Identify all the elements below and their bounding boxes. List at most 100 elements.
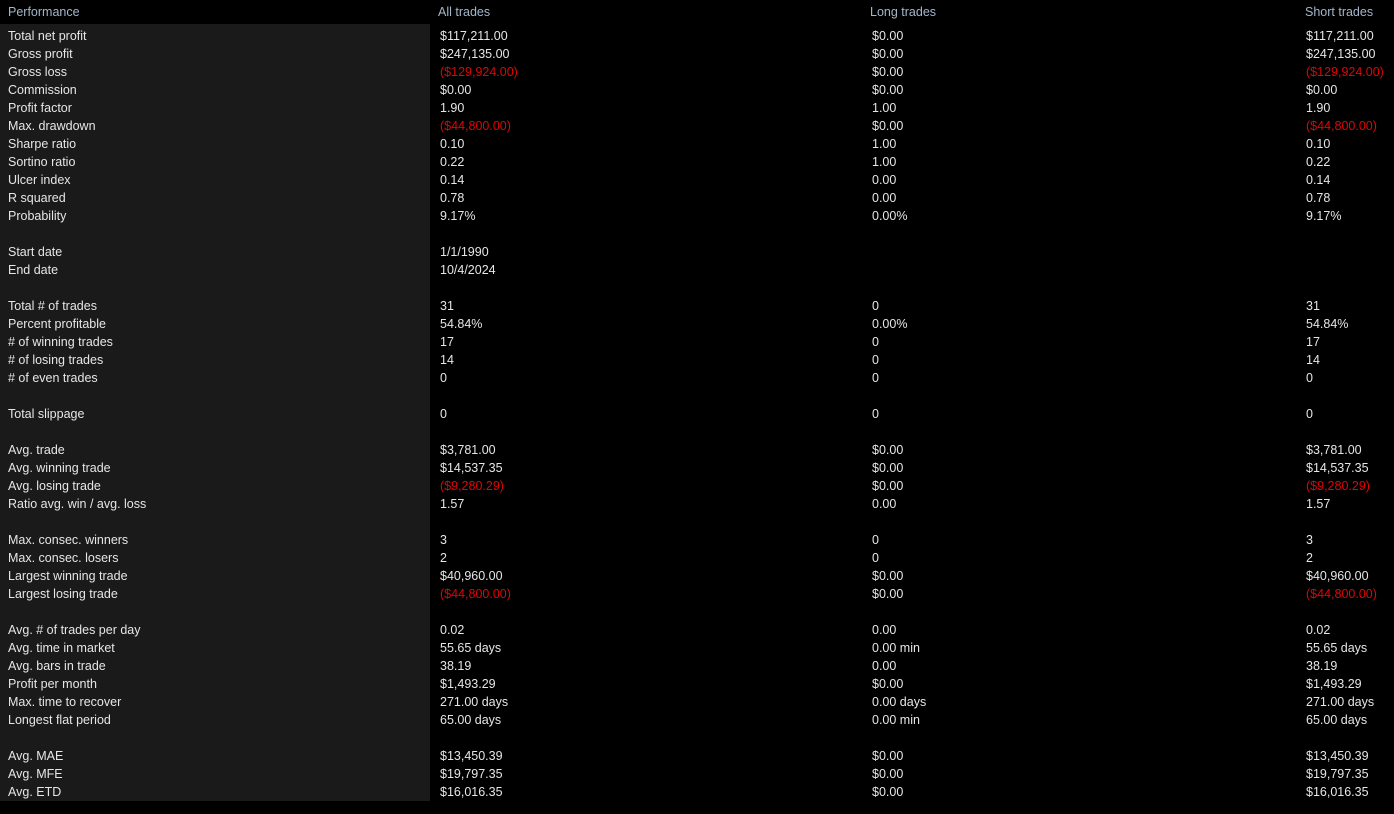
- metric-value-long: $0.00: [872, 677, 904, 691]
- table-row[interactable]: Max. time to recover 271.00 days 0.00 days…: [0, 693, 1394, 711]
- metric-value-all: $1,493.29: [440, 677, 496, 691]
- metric-label: Max. time to recover: [8, 695, 122, 709]
- metric-label: Avg. MFE: [8, 767, 63, 781]
- metric-value-all: 10/4/2024: [440, 263, 496, 277]
- metric-label: Total net profit: [8, 29, 87, 43]
- metric-value-all: $13,450.39: [440, 749, 503, 763]
- metric-value-all: 0.78: [440, 191, 465, 205]
- metric-value-short: 0: [1306, 407, 1313, 421]
- metric-label: Percent profitable: [8, 317, 106, 331]
- metric-value-long: 0: [872, 299, 879, 313]
- metric-value-all: 14: [440, 353, 454, 367]
- metric-label: # of winning trades: [8, 335, 113, 349]
- performance-rows: Total net profit $117,211.00 $0.00 $117,211…: [0, 27, 1394, 801]
- metric-value-all: $14,537.35: [440, 461, 503, 475]
- metric-label: Avg. time in market: [8, 641, 115, 655]
- table-row[interactable]: Avg. bars in trade 38.19 0.00 38.19: [0, 657, 1394, 675]
- column-header-performance[interactable]: Performance: [8, 4, 80, 20]
- metric-label: Sharpe ratio: [8, 137, 77, 151]
- metric-value-all: 271.00 days: [440, 695, 509, 709]
- metric-value-all: 38.19: [440, 659, 472, 673]
- metric-value-short: $16,016.35: [1306, 785, 1369, 799]
- metric-value-short: 0.10: [1306, 137, 1331, 151]
- column-header-all-trades[interactable]: All trades: [438, 4, 490, 20]
- table-row[interactable]: Longest flat period 65.00 days 0.00 min 65.…: [0, 711, 1394, 729]
- table-row[interactable]: Avg. winning trade $14,537.35 $0.00 $14,537…: [0, 459, 1394, 477]
- metric-value-short: ($44,800.00): [1306, 587, 1377, 601]
- metric-value-long: 0.00 min: [872, 713, 920, 727]
- metric-value-all: ($9,280.29): [440, 479, 504, 493]
- metric-label: Avg. MAE: [8, 749, 64, 763]
- table-row[interactable]: End date 10/4/2024: [0, 261, 1394, 279]
- metric-value-short: 0.22: [1306, 155, 1331, 169]
- table-row[interactable]: Sharpe ratio 0.10 1.00 0.10: [0, 135, 1394, 153]
- table-row[interactable]: Avg. # of trades per day 0.02 0.00 0.02: [0, 621, 1394, 639]
- report-header-row: Performance All trades Long trades Short…: [0, 0, 1394, 24]
- metric-label: Largest winning trade: [8, 569, 128, 583]
- metric-value-short: 0.02: [1306, 623, 1331, 637]
- table-row[interactable]: # of losing trades 14 0 14: [0, 351, 1394, 369]
- table-row[interactable]: Total net profit $117,211.00 $0.00 $117,211…: [0, 27, 1394, 45]
- column-header-long-trades[interactable]: Long trades: [870, 4, 936, 20]
- table-row[interactable]: Sortino ratio 0.22 1.00 0.22: [0, 153, 1394, 171]
- row-spacer: [0, 423, 1394, 441]
- metric-value-all: 1.90: [440, 101, 465, 115]
- metric-label: Largest losing trade: [8, 587, 118, 601]
- table-row[interactable]: Profit factor 1.90 1.00 1.90: [0, 99, 1394, 117]
- table-row[interactable]: Probability 9.17% 0.00% 9.17%: [0, 207, 1394, 225]
- table-row[interactable]: Max. consec. losers 2 0 2: [0, 549, 1394, 567]
- table-row[interactable]: Commission $0.00 $0.00 $0.00: [0, 81, 1394, 99]
- metric-value-long: $0.00: [872, 119, 904, 133]
- metric-value-long: $0.00: [872, 443, 904, 457]
- table-row[interactable]: Max. drawdown ($44,800.00) $0.00 ($44,800.0…: [0, 117, 1394, 135]
- table-row[interactable]: Start date 1/1/1990: [0, 243, 1394, 261]
- metric-value-all: 0.02: [440, 623, 465, 637]
- table-row[interactable]: Max. consec. winners 3 0 3: [0, 531, 1394, 549]
- table-row[interactable]: Profit per month $1,493.29 $0.00 $1,493.29: [0, 675, 1394, 693]
- table-row[interactable]: # of even trades 0 0 0: [0, 369, 1394, 387]
- table-row[interactable]: Avg. ETD $16,016.35 $0.00 $16,016.35: [0, 783, 1394, 801]
- table-row[interactable]: Avg. MFE $19,797.35 $0.00 $19,797.35: [0, 765, 1394, 783]
- table-row[interactable]: Avg. trade $3,781.00 $0.00 $3,781.00: [0, 441, 1394, 459]
- column-header-short-trades[interactable]: Short trades: [1305, 4, 1373, 20]
- metric-value-long: 1.00: [872, 137, 897, 151]
- metric-value-long: $0.00: [872, 749, 904, 763]
- metric-value-long: $0.00: [872, 767, 904, 781]
- metric-value-short: $13,450.39: [1306, 749, 1369, 763]
- metric-value-long: 0.00 days: [872, 695, 927, 709]
- table-row[interactable]: Gross profit $247,135.00 $0.00 $247,135.00: [0, 45, 1394, 63]
- table-row[interactable]: Avg. MAE $13,450.39 $0.00 $13,450.39: [0, 747, 1394, 765]
- metric-value-long: $0.00: [872, 587, 904, 601]
- metric-value-long: 0: [872, 551, 879, 565]
- metric-value-long: 1.00: [872, 101, 897, 115]
- metric-value-all: $19,797.35: [440, 767, 503, 781]
- table-row[interactable]: Ratio avg. win / avg. loss 1.57 0.00 1.57: [0, 495, 1394, 513]
- table-row[interactable]: Largest losing trade ($44,800.00) $0.00 ($4…: [0, 585, 1394, 603]
- metric-value-long: $0.00: [872, 479, 904, 493]
- metric-value-short: $14,537.35: [1306, 461, 1369, 475]
- metric-label: Profit factor: [8, 101, 72, 115]
- table-row[interactable]: Gross loss ($129,924.00) $0.00 ($129,924.00…: [0, 63, 1394, 81]
- table-row[interactable]: Avg. time in market 55.65 days 0.00 min 55.…: [0, 639, 1394, 657]
- metric-value-short: 0.14: [1306, 173, 1331, 187]
- metric-value-short: 17: [1306, 335, 1320, 349]
- metric-value-short: $117,211.00: [1306, 29, 1374, 43]
- metric-label: # of losing trades: [8, 353, 104, 367]
- table-row[interactable]: Percent profitable 54.84% 0.00% 54.84%: [0, 315, 1394, 333]
- row-spacer: [0, 279, 1394, 297]
- metric-label: Commission: [8, 83, 77, 97]
- metric-value-all: 31: [440, 299, 454, 313]
- metric-label: Gross profit: [8, 47, 73, 61]
- table-row[interactable]: Largest winning trade $40,960.00 $0.00 $40,…: [0, 567, 1394, 585]
- metric-value-short: $0.00: [1306, 83, 1338, 97]
- table-row[interactable]: # of winning trades 17 0 17: [0, 333, 1394, 351]
- metric-value-long: 0.00%: [872, 317, 908, 331]
- metric-label: Avg. winning trade: [8, 461, 111, 475]
- metric-value-short: $247,135.00: [1306, 47, 1376, 61]
- metric-value-all: 1/1/1990: [440, 245, 489, 259]
- table-row[interactable]: Total slippage 0 0 0: [0, 405, 1394, 423]
- table-row[interactable]: Total # of trades 31 0 31: [0, 297, 1394, 315]
- table-row[interactable]: R squared 0.78 0.00 0.78: [0, 189, 1394, 207]
- table-row[interactable]: Avg. losing trade ($9,280.29) $0.00 ($9,280…: [0, 477, 1394, 495]
- table-row[interactable]: Ulcer index 0.14 0.00 0.14: [0, 171, 1394, 189]
